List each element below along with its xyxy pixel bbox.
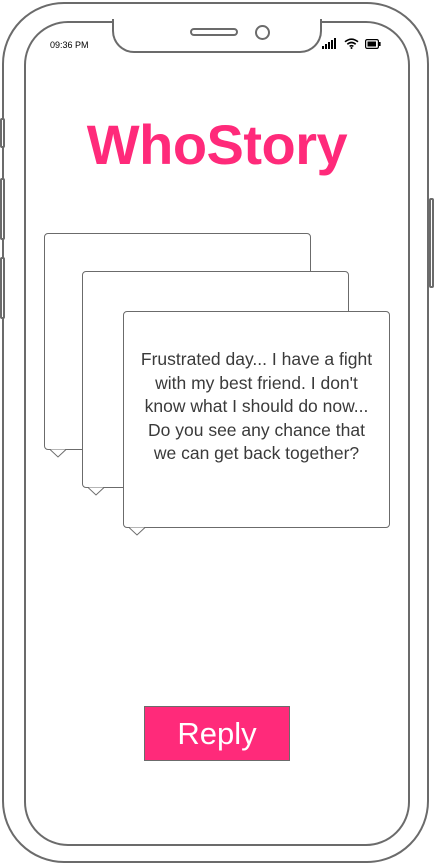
story-card-front-tail [129,527,146,536]
app-title: WhoStory [86,113,348,176]
power-button [429,198,434,288]
speaker-grille [190,28,238,36]
volume-up-button [0,178,5,240]
battery-icon [365,36,381,54]
story-card-back-tail [50,449,67,458]
signal-icon [322,36,338,54]
status-icons [322,38,381,52]
volume-down-button [0,257,5,319]
status-time: 09:36 PM [50,40,89,50]
notch [112,19,322,53]
phone-mockup: 09:36 PM WhoStory Frustrated day... I ha… [0,0,434,867]
story-text: Frustrated day... I have a fight with my… [140,349,373,463]
reply-button[interactable]: Reply [144,706,290,761]
wifi-icon [344,36,359,54]
story-card-middle-tail [88,487,105,496]
front-camera [255,25,270,40]
story-card-front[interactable]: Frustrated day... I have a fight with my… [123,311,390,528]
